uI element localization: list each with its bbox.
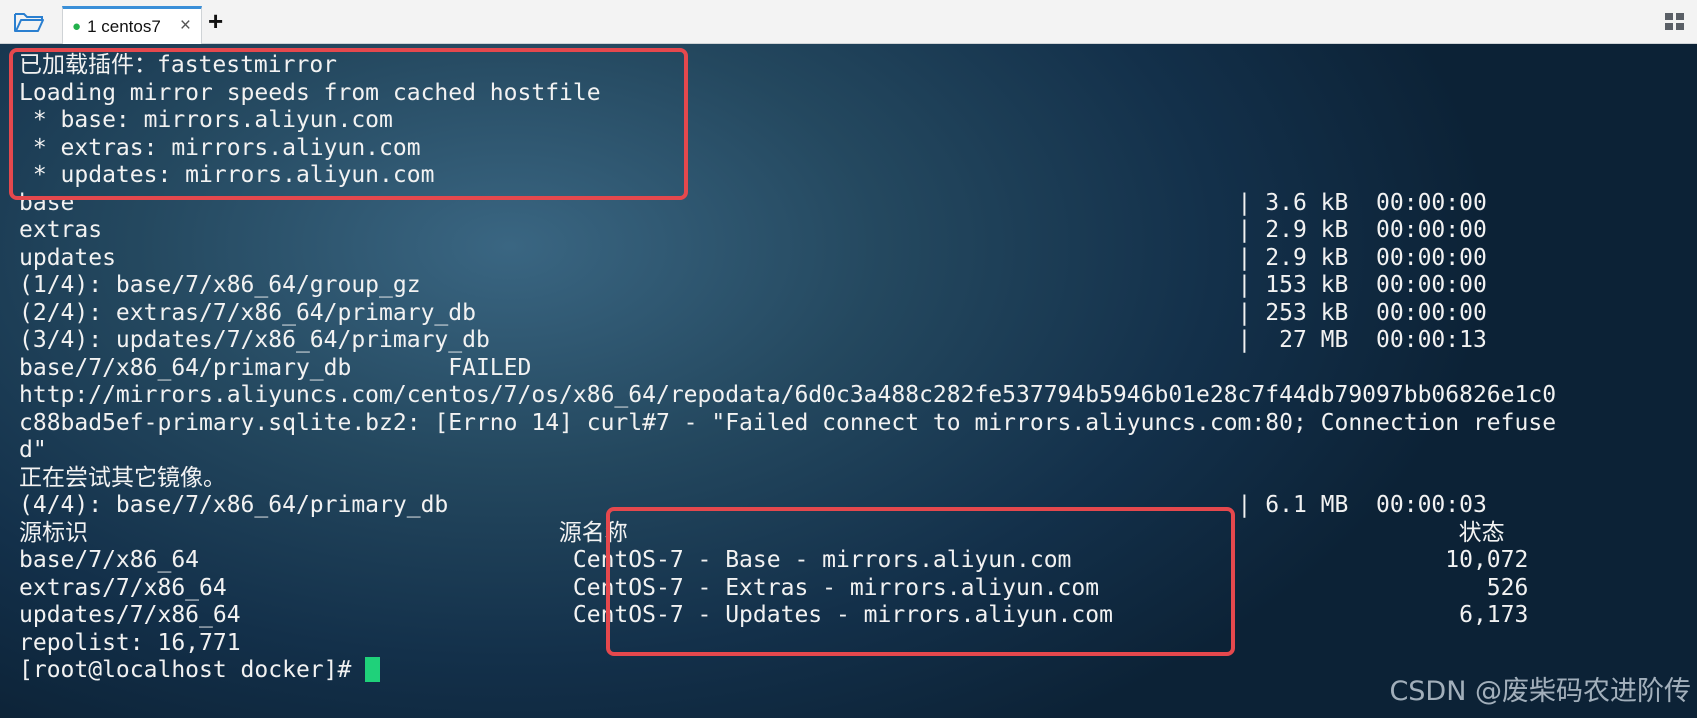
prompt-line: [root@localhost docker]# bbox=[19, 657, 1556, 685]
highlight-box-repo-names bbox=[606, 507, 1235, 656]
terminal-line: (1/4): base/7/x86_64/group_gz | 153 kB 0… bbox=[19, 272, 1487, 298]
terminal-line: base/7/x86_64/primary_db FAILED bbox=[19, 354, 532, 381]
terminal-cursor bbox=[365, 657, 381, 682]
grid-layout-icon[interactable] bbox=[1664, 12, 1686, 32]
new-tab-button[interactable]: + bbox=[208, 6, 223, 37]
connection-status-icon: ● bbox=[72, 18, 82, 35]
terminal-pane[interactable]: 已加载插件：fastestmirror Loading mirror speeds… bbox=[0, 44, 1697, 718]
terminal-line: http://mirrors.aliyuncs.com/centos/7/os/… bbox=[19, 382, 1557, 408]
tab-bar: ● 1 centos7 × + bbox=[0, 0, 1697, 44]
highlight-box-mirrors bbox=[9, 48, 688, 200]
terminal-line: extras | 2.9 kB 00:00:00 bbox=[19, 217, 1487, 243]
terminal-line: (3/4): updates/7/x86_64/primary_db | 27 … bbox=[19, 327, 1487, 353]
tab-centos7[interactable]: ● 1 centos7 × bbox=[62, 6, 202, 44]
terminal-line: 正在尝试其它镜像。 bbox=[19, 464, 226, 491]
folder-open-icon[interactable] bbox=[14, 11, 44, 33]
watermark: CSDN @废柴码农进阶传 bbox=[1389, 676, 1691, 707]
close-icon[interactable]: × bbox=[180, 15, 191, 37]
terminal-line: updates | 2.9 kB 00:00:00 bbox=[19, 244, 1487, 271]
shell-prompt: [root@localhost docker]# bbox=[19, 657, 366, 683]
tab-label: 1 centos7 bbox=[87, 16, 161, 36]
terminal-line: c88bad5ef-primary.sqlite.bz2: [Errno 14]… bbox=[19, 409, 1557, 436]
terminal-line: (2/4): extras/7/x86_64/primary_db | 253 … bbox=[19, 299, 1487, 326]
terminal-line: d" bbox=[19, 437, 47, 463]
